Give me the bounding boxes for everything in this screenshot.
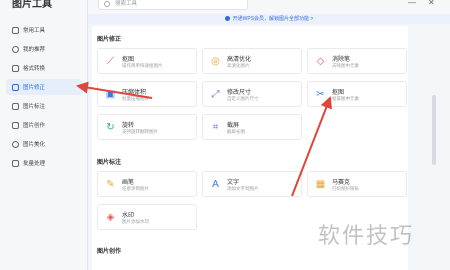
sidebar-item-label: 我的推荐 — [23, 47, 46, 53]
sidebar-item-label: 批量处理 — [23, 161, 46, 167]
minimize-button[interactable]: — — [408, 0, 416, 7]
tool-card-resize[interactable]: ⤢ 修改尺寸 自定义图片尺寸 — [202, 81, 302, 107]
card-name: 高清优化 — [227, 57, 252, 63]
crop-icon: ⟋ — [107, 56, 114, 67]
app-title: 图片工具 — [12, 0, 52, 10]
sidebar-item-label: 图片修正 — [23, 85, 46, 91]
sidebar-item-common-tools[interactable]: 常用工具 — [6, 22, 82, 38]
member-notice-bar[interactable]: 开通WPS会员，解锁图片全部功能 > — [88, 14, 450, 24]
tool-card-eraser[interactable]: ◇ 消除笔 去除图中元素 — [307, 48, 407, 74]
resize-icon: ⤢ — [211, 89, 220, 100]
card-desc: 截取长图 — [227, 129, 245, 134]
recommend-icon — [12, 45, 19, 53]
sidebar: 图片工具 常用工具 我的推荐 格式转换 图片修正 图片标注 图片创作 图片美化 — [0, 0, 88, 270]
card-name: 截屏 — [227, 123, 240, 129]
info-icon — [224, 16, 230, 22]
card-name: 消除笔 — [332, 57, 351, 63]
card-desc: 任意涂鸦图片 — [122, 186, 149, 191]
card-desc: 支持旋转翻转图片 — [122, 129, 158, 134]
batch-icon — [12, 159, 19, 167]
card-name: 旋转 — [122, 123, 135, 129]
sidebar-item-image-beautify[interactable]: 图片美化 — [6, 136, 82, 152]
card-name: 修改尺寸 — [227, 90, 252, 96]
tool-card-screenshot[interactable]: ⌗ 截屏 截取长图 — [202, 114, 302, 140]
sidebar-item-label: 格式转换 — [23, 66, 46, 72]
tools-icon — [12, 26, 19, 34]
eraser-icon: ◇ — [316, 56, 325, 67]
card-desc: 去除图中元素 — [332, 63, 359, 68]
section-title: 图片创作 — [97, 249, 122, 255]
sidebar-item-image-fix[interactable]: 图片修正 — [6, 79, 82, 95]
sidebar-item-image-annotate[interactable]: 图片标注 — [6, 98, 82, 114]
search-icon — [104, 1, 110, 7]
card-name: 画笔 — [122, 180, 135, 186]
annotate-icon — [12, 102, 19, 110]
sidebar-item-recommend[interactable]: 我的推荐 — [6, 41, 82, 57]
sidebar-item-label: 图片美化 — [23, 142, 46, 148]
compress-icon: ▣ — [105, 89, 116, 100]
rotate-icon: ↻ — [106, 122, 115, 133]
tool-card-rotate[interactable]: ↻ 旋转 支持旋转翻转图片 — [97, 114, 197, 140]
search-placeholder: 搜索工具 — [115, 1, 138, 7]
sidebar-item-image-create[interactable]: 图片创作 — [6, 117, 82, 133]
tool-card-brush[interactable]: ✎ 画笔 任意涂鸦图片 — [97, 171, 197, 197]
cutout-icon: ✂ — [316, 89, 325, 100]
image-fix-icon — [12, 83, 19, 91]
card-desc: 自定义图片尺寸 — [227, 96, 259, 101]
card-desc: 打码保护隐私 — [332, 186, 359, 191]
hd-icon: ◎ — [211, 56, 220, 67]
card-name: 抠图 — [332, 90, 345, 96]
main-scrollbar[interactable] — [432, 95, 436, 165]
section-title: 图片标注 — [97, 160, 122, 166]
card-name: 压缩体积 — [122, 90, 147, 96]
tool-card-watermark[interactable]: ◈ 水印 图片添加水印 — [97, 204, 197, 230]
tool-card-cutout-element[interactable]: ✂ 抠图 抠取图中元素 — [307, 81, 407, 107]
tool-card-mosaic[interactable]: ▦ 马赛克 打码保护隐私 — [307, 171, 407, 197]
sidebar-item-label: 常用工具 — [23, 28, 46, 34]
sidebar-item-label: 图片创作 — [23, 123, 46, 129]
create-icon — [12, 121, 19, 129]
search-input[interactable]: 搜索工具 — [98, 0, 248, 10]
card-desc: 图片添加水印 — [122, 219, 149, 224]
tool-card-cutout[interactable]: ⟋ 抠图 操作简单快速抠图片 — [97, 48, 197, 74]
close-button[interactable]: ✕ — [428, 0, 435, 7]
tool-card-hd[interactable]: ◎ 高清优化 高清化图片 — [202, 48, 302, 74]
notice-text: 开通WPS会员，解锁图片全部功能 > — [232, 16, 314, 22]
sidebar-item-batch[interactable]: 批量处理 — [6, 155, 82, 171]
tool-card-text[interactable]: A 文字 添加文字到图片 — [202, 171, 302, 197]
convert-icon — [12, 64, 19, 72]
watermark-text: 软件技巧 — [318, 224, 415, 249]
tool-card-compress[interactable]: ▣ 压缩体积 批量压缩图片 — [97, 81, 197, 107]
card-desc: 高清化图片 — [227, 63, 250, 68]
text-icon: A — [212, 179, 219, 190]
brush-icon: ✎ — [106, 179, 115, 190]
beautify-icon — [12, 140, 19, 148]
app-window: 图片工具 常用工具 我的推荐 格式转换 图片修正 图片标注 图片创作 图片美化 — [0, 0, 450, 270]
section-title: 图片修正 — [97, 37, 122, 43]
card-desc: 抠取图中元素 — [332, 96, 359, 101]
card-name: 马赛克 — [332, 180, 351, 186]
card-name: 文字 — [227, 180, 240, 186]
top-bar: 搜索工具 — ✕ — [88, 0, 450, 14]
screenshot-icon: ⌗ — [212, 122, 219, 133]
sidebar-item-label: 图片标注 — [23, 104, 46, 110]
mosaic-icon: ▦ — [315, 179, 326, 190]
card-desc: 批量压缩图片 — [122, 96, 149, 101]
card-name: 抠图 — [122, 57, 135, 63]
watermark-icon: ◈ — [106, 212, 115, 223]
card-desc: 添加文字到图片 — [227, 186, 259, 191]
card-name: 水印 — [122, 213, 135, 219]
sidebar-item-format-convert[interactable]: 格式转换 — [6, 60, 82, 76]
card-desc: 操作简单快速抠图片 — [122, 63, 163, 68]
